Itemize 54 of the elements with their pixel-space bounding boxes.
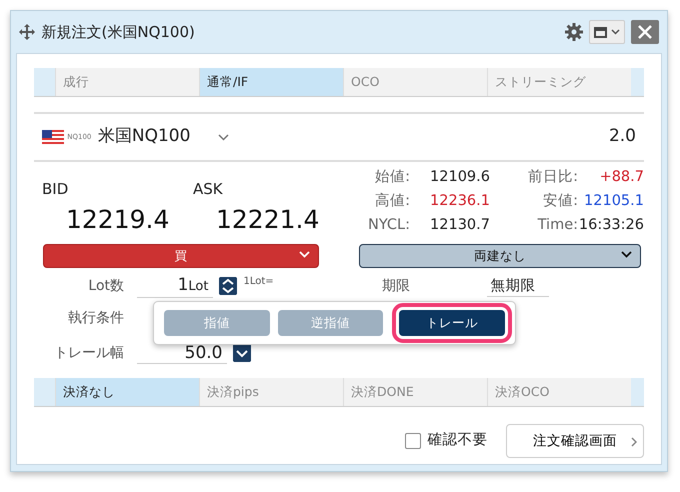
window-mode-button[interactable] [589, 20, 624, 44]
window-title: 新規注文(米国NQ100) [42, 22, 196, 43]
stat-value: 12109.6 [429, 168, 490, 187]
field-label: Lot数 [87, 276, 124, 296]
checkbox[interactable] [405, 433, 421, 449]
settings-icon[interactable] [564, 23, 583, 41]
stat-value: +88.7 [598, 168, 644, 187]
side-select[interactable]: 買 [43, 244, 319, 268]
tab[interactable]: 決済pips [199, 378, 343, 406]
lot-size: 2.0 [608, 125, 636, 148]
stat-label: 始値: [374, 168, 410, 187]
expiry-field[interactable]: 無期限 [486, 276, 548, 296]
bid-label: BID [42, 179, 70, 200]
field-label: 執行条件 [67, 308, 124, 328]
tab[interactable]: 決済DONE [343, 378, 487, 406]
tab[interactable]: 通常/IF [199, 68, 343, 96]
spin-button[interactable] [219, 277, 237, 295]
hedge-select[interactable]: 両建なし [359, 244, 641, 268]
tab[interactable]: ストリーミング [487, 68, 631, 96]
stat-value: 12130.7 [429, 216, 490, 235]
field-label: トレール幅 [53, 344, 124, 362]
symbol-name: 米国NQ100 [98, 125, 190, 148]
close-button[interactable] [631, 20, 659, 44]
lot-note: 1Lot= [244, 275, 275, 289]
chevron-down-button[interactable] [233, 344, 251, 362]
ask-label: ASK [193, 179, 223, 200]
tab[interactable]: 決済OCO [487, 378, 631, 406]
stat-value: 16:33:26 [578, 216, 644, 235]
field-label: 期限 [382, 276, 411, 296]
chevron-down-icon [621, 251, 632, 258]
tab[interactable]: OCO [343, 68, 487, 96]
confirm-button[interactable]: 注文確認画面 [506, 424, 644, 458]
stat-label: NYCL: [367, 216, 410, 235]
flag-icon [42, 130, 64, 144]
chevron-down-icon[interactable] [218, 134, 229, 140]
checkbox-label: 確認不要 [428, 431, 488, 450]
stat-value: 12236.1 [429, 192, 490, 211]
stat-value: 12105.1 [583, 192, 644, 211]
chevron-down-icon [299, 251, 310, 258]
stat-label: 安値: [542, 192, 578, 211]
move-icon[interactable] [19, 24, 35, 40]
lot-field[interactable]: 1Lot [136, 274, 212, 298]
stat-label: 前日比: [527, 168, 578, 187]
bid-price: 12219.4 [66, 204, 170, 236]
ask-price: 12221.4 [216, 204, 320, 236]
tab[interactable]: 決済なし [55, 378, 199, 406]
stat-label: 高値: [374, 192, 410, 211]
chevron-right-icon [631, 437, 637, 447]
option-button[interactable]: トレール [399, 310, 506, 336]
stat-label: Time: [536, 216, 578, 235]
window-icon [594, 26, 608, 38]
tab[interactable]: 成行 [55, 68, 199, 96]
close-icon [637, 24, 653, 40]
chevron-down-icon [610, 29, 620, 35]
